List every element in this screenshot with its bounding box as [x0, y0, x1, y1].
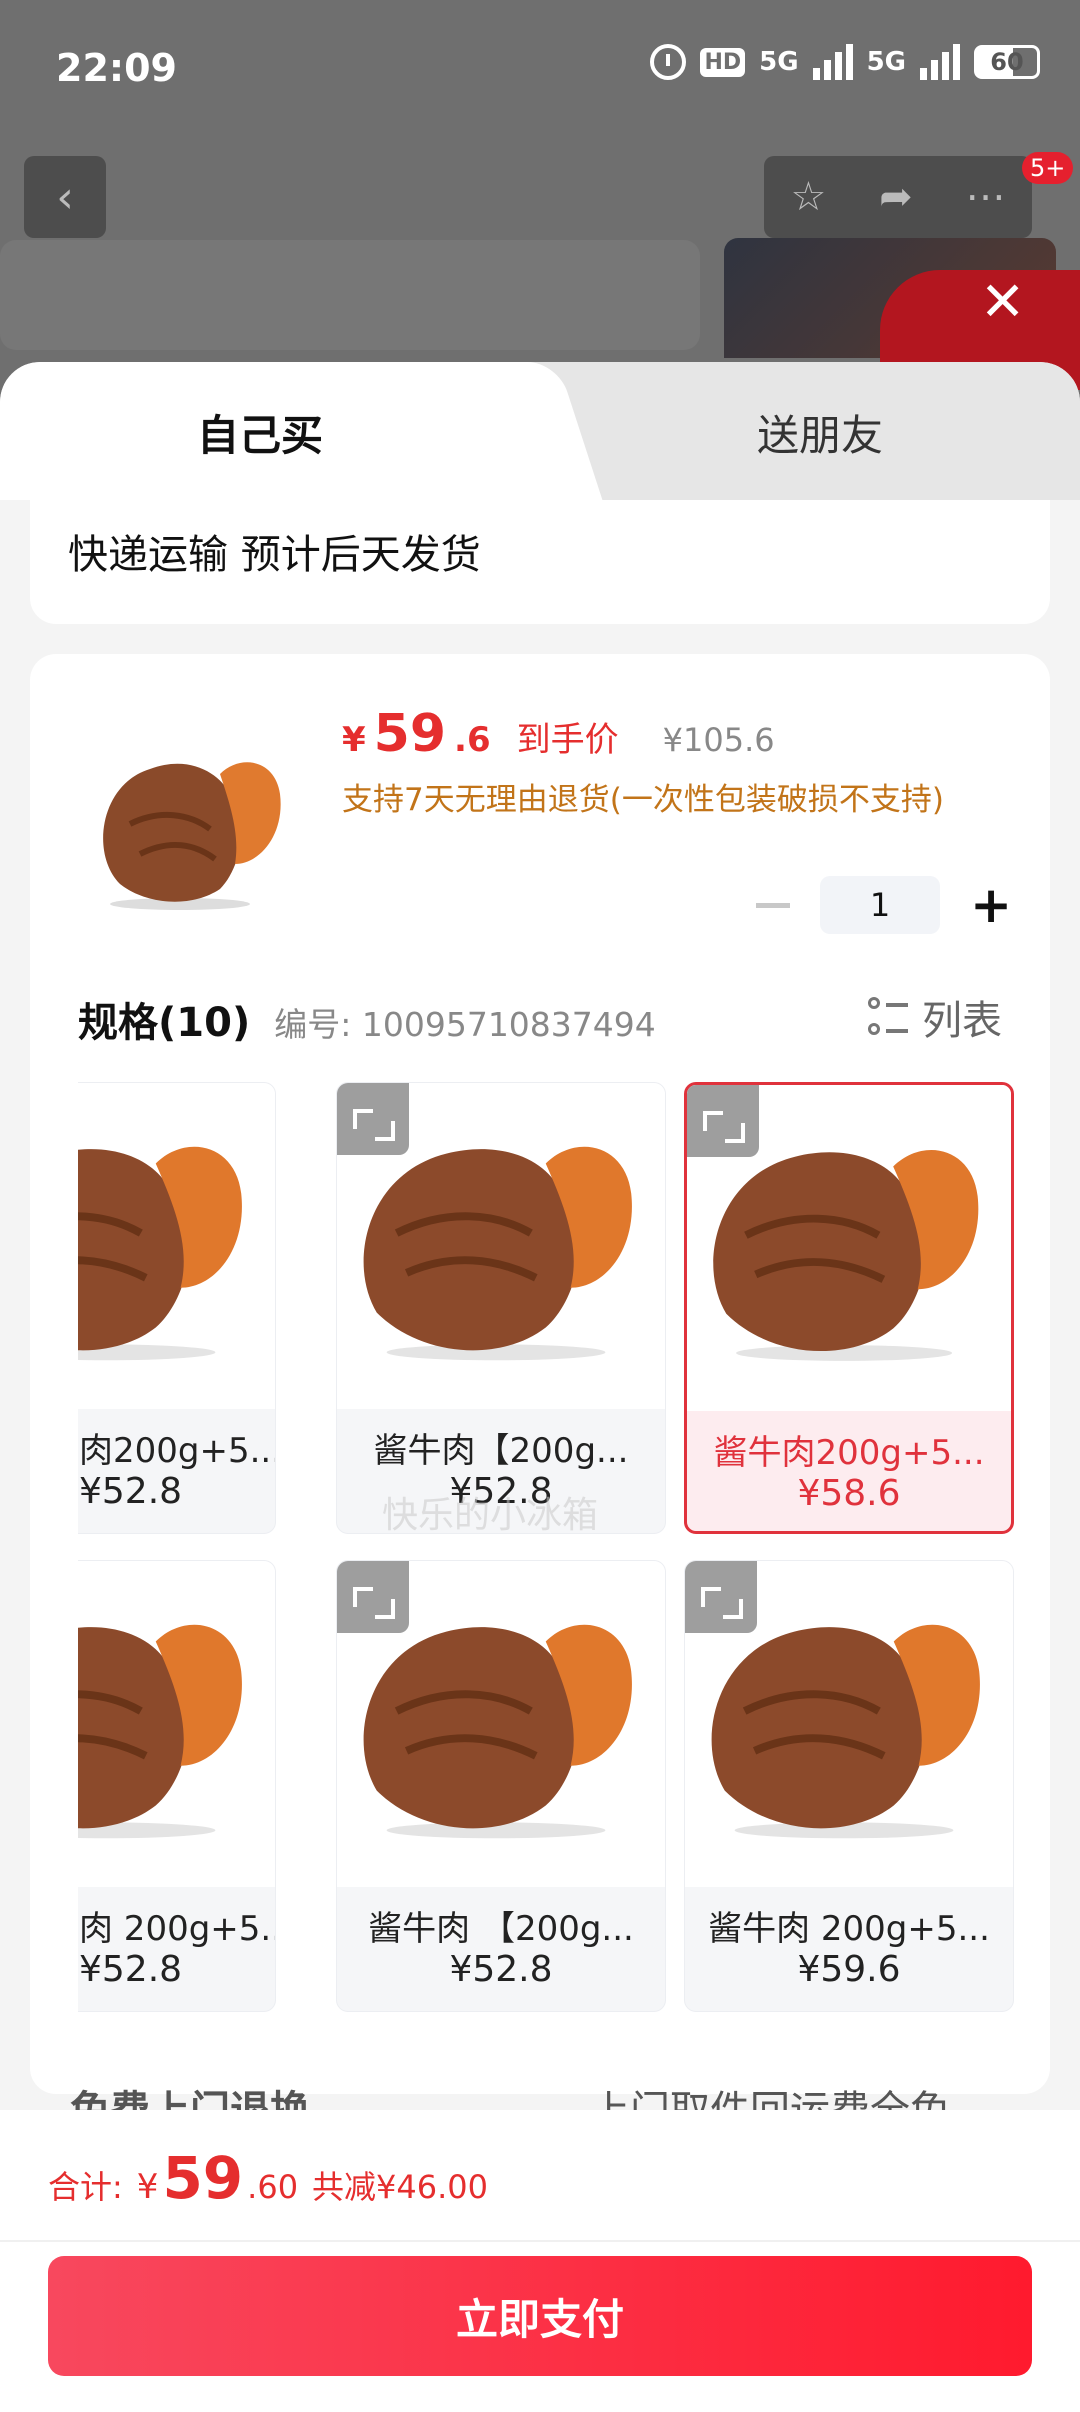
sku-name: 酱牛肉 200g+5... [708, 1909, 990, 1949]
purchase-sheet: 自己买 送朋友 快递运输 预计后天发货 ¥ 59 .6 到手价 ¥105.6 支… [0, 362, 1080, 2412]
spec-title: 规格(10) [78, 1000, 251, 1046]
star-icon[interactable]: ☆ [790, 174, 826, 220]
order-total: 合计: ¥ 59 .60 共减¥46.00 [48, 2144, 488, 2212]
divider [0, 2240, 1080, 2242]
sku-option[interactable]: 肉 200g+5... ¥52.8 [78, 1560, 276, 2012]
sku-option-selected[interactable]: 酱牛肉200g+5... ¥58.6 [684, 1082, 1014, 1534]
sku-price: ¥52.8 [79, 1949, 183, 1990]
sku-price: ¥59.6 [797, 1949, 901, 1990]
sku-name: 酱牛肉 【200g... [368, 1909, 634, 1949]
original-price: ¥105.6 [662, 721, 775, 759]
notification-badge: 5+ [1022, 152, 1074, 184]
more-icon[interactable]: ⋯ [966, 174, 1006, 220]
battery-icon: 60 [974, 45, 1040, 79]
return-policy: 支持7天无理由退货(一次性包装破损不支持) [342, 782, 944, 818]
price-label: 到手价 [516, 720, 619, 760]
signal-icon [812, 44, 853, 80]
list-icon [868, 997, 908, 1037]
increase-button[interactable]: + [970, 880, 1012, 930]
price-integer: 59 [373, 704, 447, 764]
sku-price: ¥52.8 [79, 1471, 183, 1512]
sku-grid: 肉200g+5... ¥52.8 酱牛肉【200g... ¥52.8 酱牛肉20… [78, 1082, 1050, 2082]
discount-amount: 共减¥46.00 [312, 2168, 489, 2206]
product-image[interactable] [70, 714, 300, 914]
hd-icon: HD [700, 47, 746, 77]
status-icons: HD 5G 5G 60 [650, 44, 1040, 80]
shipping-card: 快递运输 预计后天发货 [30, 500, 1050, 624]
network-label-1: 5G [759, 47, 799, 77]
tab-gift[interactable]: 送朋友 [600, 402, 1040, 463]
total-label: 合计: [48, 2168, 123, 2206]
status-time: 22:09 [56, 46, 177, 90]
total-integer: 59 [162, 2144, 244, 2212]
network-label-2: 5G [866, 47, 906, 77]
background-panel [0, 240, 700, 350]
price-decimal: .6 [454, 720, 491, 760]
share-icon[interactable]: ➦ [879, 174, 913, 220]
quantity-stepper: 1 + [756, 876, 1012, 934]
header-actions: ☆ ➦ ⋯ [764, 156, 1032, 238]
product-card: ¥ 59 .6 到手价 ¥105.6 支持7天无理由退货(一次性包装破损不支持)… [30, 654, 1050, 2094]
spec-header: 规格(10) 编号: 10095710837494 [78, 990, 656, 1048]
sku-option[interactable]: 酱牛肉【200g... ¥52.8 [336, 1082, 666, 1534]
shipping-info: 快递运输 预计后天发货 [68, 532, 481, 578]
zoom-icon[interactable] [685, 1561, 757, 1633]
price-row: ¥ 59 .6 到手价 ¥105.6 [342, 704, 775, 764]
sku-option[interactable]: 酱牛肉 【200g... ¥52.8 [336, 1560, 666, 2012]
list-view-toggle[interactable]: 列表 [868, 988, 1002, 1046]
alarm-icon [650, 44, 687, 80]
sku-name: 肉200g+5... [79, 1431, 276, 1471]
total-currency: ¥ [136, 2167, 159, 2207]
zoom-icon[interactable] [337, 1561, 409, 1633]
quantity-input[interactable]: 1 [820, 876, 941, 934]
total-decimal: .60 [247, 2168, 299, 2206]
sku-price: ¥52.8 [449, 1949, 553, 1990]
sku-option[interactable]: 肉200g+5... ¥52.8 [78, 1082, 276, 1534]
decrease-button[interactable] [756, 902, 791, 908]
sku-name: 酱牛肉【200g... [373, 1431, 629, 1471]
sku-image [78, 1083, 275, 1409]
pay-now-button[interactable]: 立即支付 [48, 2256, 1032, 2376]
sku-image [78, 1561, 275, 1887]
sku-name: 肉 200g+5... [79, 1909, 276, 1949]
status-bar: 22:09 HD 5G 5G 60 [0, 0, 1080, 140]
zoom-icon[interactable] [337, 1083, 409, 1155]
close-icon[interactable]: ✕ [980, 270, 1025, 333]
signal-icon-2 [920, 44, 960, 80]
checkout-footer: 合计: ¥ 59 .60 共减¥46.00 立即支付 [0, 2110, 1080, 2412]
list-toggle-label: 列表 [922, 998, 1002, 1044]
purchase-tabs: 自己买 送朋友 [0, 362, 1080, 500]
zoom-icon[interactable] [687, 1085, 759, 1157]
product-code: 编号: 10095710837494 [274, 1005, 656, 1044]
sku-price: ¥58.6 [797, 1473, 901, 1514]
sku-name: 酱牛肉200g+5... [713, 1433, 985, 1473]
back-button[interactable]: ‹ [24, 156, 106, 238]
price-currency: ¥ [342, 720, 366, 760]
tab-self[interactable]: 自己买 [0, 402, 520, 463]
sku-option[interactable]: 酱牛肉 200g+5... ¥59.6 [684, 1560, 1014, 2012]
watermark: 快乐的小冰箱 [382, 1495, 599, 1536]
